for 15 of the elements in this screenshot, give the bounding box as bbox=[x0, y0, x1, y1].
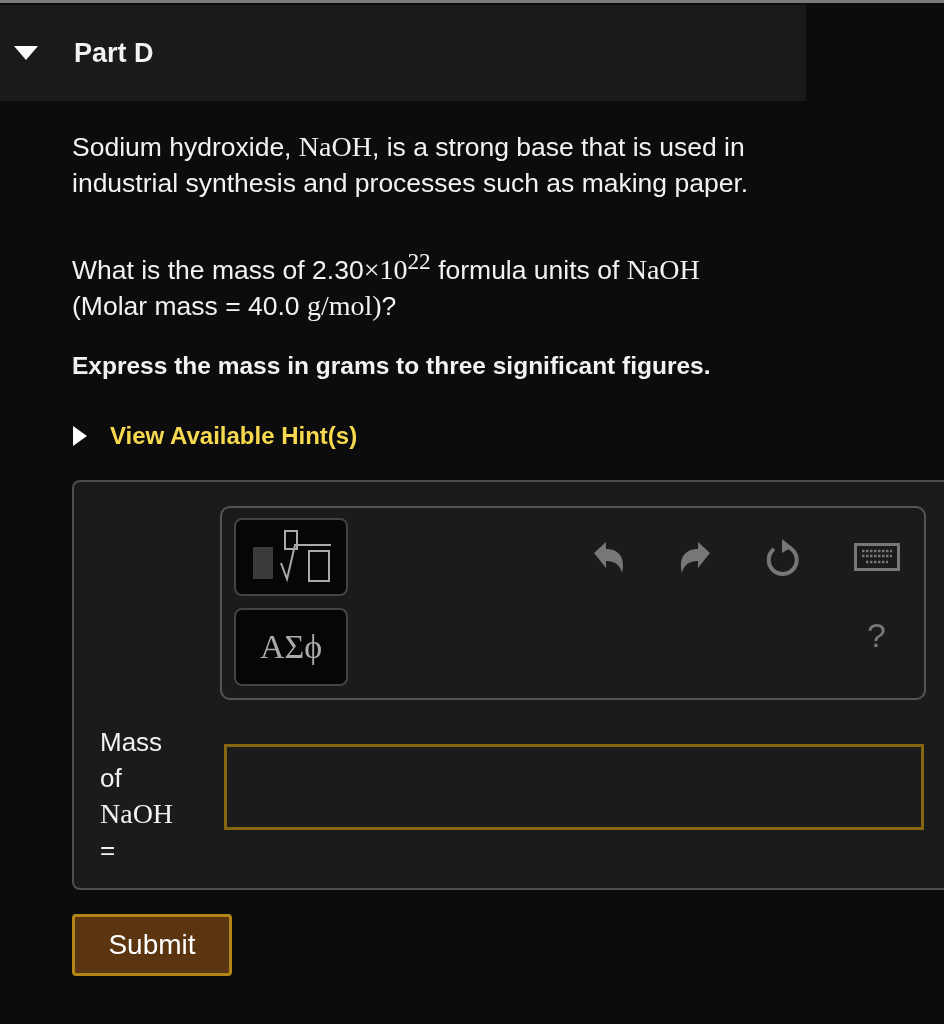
reset-icon[interactable] bbox=[764, 537, 802, 578]
submit-button[interactable]: Submit bbox=[72, 914, 232, 977]
help-button[interactable]: ? bbox=[867, 596, 886, 675]
instruction-text: Express the mass in grams to three significant figures. bbox=[72, 352, 712, 381]
greek-button[interactable]: ΑΣϕ bbox=[234, 608, 348, 687]
part-title: Part D bbox=[74, 37, 154, 69]
intro-paragraph: Sodium hydroxide, NaOH, is a strong base that is used in industrial synthesis and processes such as making paper. bbox=[72, 130, 750, 200]
part-header[interactable]: Part D bbox=[0, 5, 806, 101]
answer-label: Mass of NaOH = bbox=[100, 726, 175, 868]
hint-link[interactable]: View Available Hint(s) bbox=[110, 422, 358, 451]
answer-field[interactable] bbox=[224, 744, 924, 831]
question-text: What is the mass of 2.30×10$^{22}$ formula units of NaOH (Molar mass = 40.0 g/mol)? bbox=[72, 247, 701, 324]
keyboard-icon[interactable] bbox=[854, 543, 900, 572]
template-button[interactable] bbox=[234, 518, 348, 597]
caret-icon[interactable] bbox=[72, 425, 88, 448]
